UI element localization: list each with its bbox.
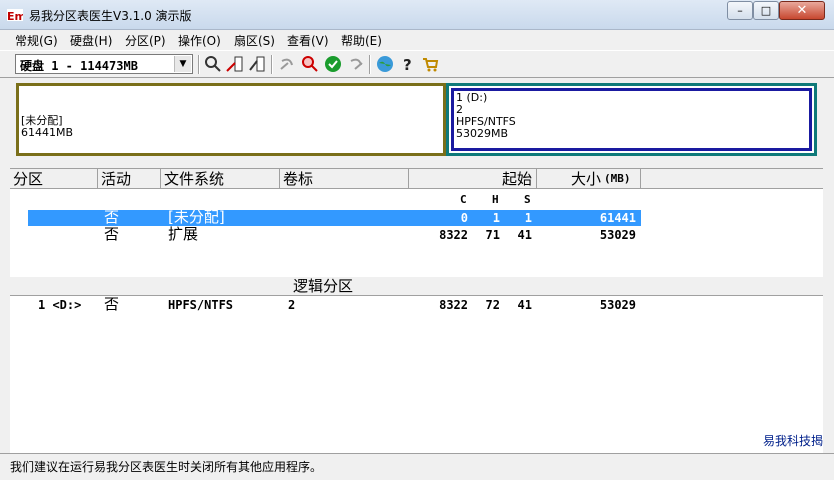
toolbar-separator xyxy=(198,55,200,74)
col-size-label: 大小 xyxy=(571,170,602,188)
write-sector-icon[interactable] xyxy=(226,55,244,73)
row-c: 8322 xyxy=(439,228,468,242)
segment-size: 53029MB xyxy=(456,127,509,140)
table-row[interactable]: 否 [未分配] 0 1 1 61441 xyxy=(28,208,641,226)
row-partition: 1 <D:> xyxy=(38,298,82,312)
col-size[interactable]: 大小 (MB) xyxy=(537,169,641,189)
row-active: 否 xyxy=(104,208,120,226)
window-title: 易我分区表医生V3.1.0 演示版 xyxy=(29,9,192,23)
col-empty xyxy=(641,169,823,189)
row-c: 8322 xyxy=(439,298,468,312)
menu-view[interactable]: 查看(V) xyxy=(287,32,329,49)
help-icon[interactable]: ? xyxy=(399,55,417,73)
chevron-down-icon[interactable]: ▼ xyxy=(174,56,191,72)
svg-text:Em: Em xyxy=(7,10,23,23)
menu-disk[interactable]: 硬盘(H) xyxy=(70,32,112,49)
undo-icon[interactable] xyxy=(278,55,296,73)
close-button[interactable]: ✕ xyxy=(779,1,825,20)
row-h: 1 xyxy=(492,211,500,225)
menu-sector[interactable]: 扇区(S) xyxy=(234,32,275,49)
col-partition[interactable]: 分区 xyxy=(10,169,98,189)
row-fs: 扩展 xyxy=(168,225,199,243)
table-row[interactable]: 否 扩展 8322 71 41 53029 xyxy=(28,225,641,243)
status-bar: 我们建议在运行易我分区表医生时关闭所有其他应用程序。 xyxy=(0,453,834,480)
chs-s-label: S xyxy=(524,193,531,206)
chs-c-label: C xyxy=(460,193,467,206)
row-size: 53029 xyxy=(599,228,636,242)
search-disk-icon[interactable] xyxy=(204,55,222,73)
col-fs[interactable]: 文件系统 xyxy=(161,169,280,189)
menu-bar: 常规(G) 硬盘(H) 分区(P) 操作(O) 扇区(S) 查看(V) 帮助(E… xyxy=(0,30,834,49)
edit-sector-icon[interactable] xyxy=(248,55,266,73)
row-size: 61441 xyxy=(599,211,636,225)
minimize-button[interactable]: – xyxy=(727,1,753,20)
magnify-icon[interactable] xyxy=(301,55,319,73)
row-size: 53029 xyxy=(599,298,636,312)
disk-select-value: 硬盘 1 - 114473MB xyxy=(20,59,138,73)
row-fs: [未分配] xyxy=(168,208,225,226)
col-size-unit: (MB) xyxy=(604,172,631,185)
menu-help[interactable]: 帮助(E) xyxy=(341,32,382,49)
row-fs: HPFS/NTFS xyxy=(168,298,234,312)
apply-check-icon[interactable] xyxy=(324,55,342,73)
menu-partition[interactable]: 分区(P) xyxy=(125,32,166,49)
toolbar: 硬盘 1 - 114473MB ▼ ? xyxy=(0,50,834,78)
row-h: 71 xyxy=(485,228,500,242)
logical-partitions-title: 逻辑分区 xyxy=(293,277,354,295)
row-s: 41 xyxy=(517,228,532,242)
toolbar-separator xyxy=(369,55,371,74)
maximize-button[interactable]: □ xyxy=(753,1,779,20)
col-label[interactable]: 卷标 xyxy=(280,169,409,189)
cart-icon[interactable] xyxy=(421,55,439,73)
status-text: 我们建议在运行易我分区表医生时关闭所有其他应用程序。 xyxy=(10,460,323,474)
menu-operation[interactable]: 操作(O) xyxy=(178,32,221,49)
row-active: 否 xyxy=(104,225,120,243)
redo-icon[interactable] xyxy=(347,55,365,73)
segment-size: 61441MB xyxy=(21,126,74,139)
table-row[interactable]: 1 <D:> 否 HPFS/NTFS 2 8322 72 41 53029 xyxy=(28,295,641,313)
chs-h-label: H xyxy=(492,193,499,206)
col-active[interactable]: 活动 xyxy=(98,169,161,189)
app-logo-icon: Em xyxy=(7,9,23,23)
unallocated-segment[interactable]: [未分配] 61441MB xyxy=(16,83,446,156)
disk-select[interactable]: 硬盘 1 - 114473MB ▼ xyxy=(15,54,193,74)
row-s: 1 xyxy=(524,211,532,225)
logical-partitions-header: 逻辑分区 xyxy=(10,277,823,296)
logical-segment-frame: 1 (D:) 2 HPFS/NTFS 53029MB xyxy=(451,88,812,151)
row-h: 72 xyxy=(485,298,500,312)
row-s: 41 xyxy=(517,298,532,312)
row-label: 2 xyxy=(288,298,296,312)
title-bar: Em 易我分区表医生V3.1.0 演示版 – □ ✕ xyxy=(0,0,834,30)
col-start[interactable]: 起始 xyxy=(409,169,537,189)
row-c: 0 xyxy=(460,211,468,225)
partition-list: 分区 活动 文件系统 卷标 起始 大小 (MB) C H S 否 [未分配] 0… xyxy=(10,168,823,459)
logical-segment[interactable]: 1 (D:) 2 HPFS/NTFS 53029MB xyxy=(446,83,817,156)
disk-map: [未分配] 61441MB 1 (D:) 2 HPFS/NTFS 53029MB xyxy=(10,80,823,160)
svg-text:?: ? xyxy=(403,56,412,73)
company-link[interactable]: 易我科技揭 xyxy=(763,432,823,449)
toolbar-separator xyxy=(271,55,273,74)
menu-general[interactable]: 常规(G) xyxy=(15,32,58,49)
web-globe-icon[interactable] xyxy=(376,55,394,73)
row-active: 否 xyxy=(104,295,120,313)
